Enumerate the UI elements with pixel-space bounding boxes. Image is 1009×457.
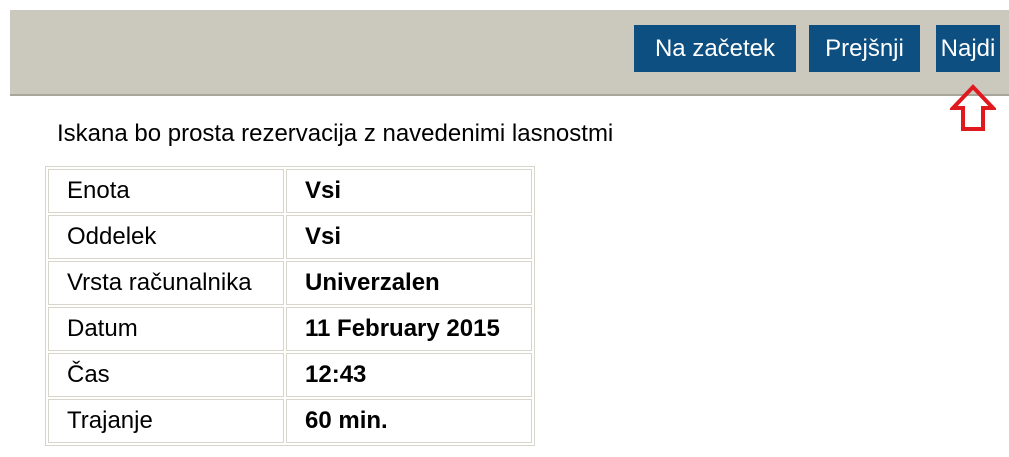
arrow-up-outline-icon [950,84,996,131]
property-label: Čas [48,353,284,397]
property-value: 60 min. [286,399,532,443]
property-value: Vsi [286,215,532,259]
table-row: Vrsta računalnika Univerzalen [48,261,532,305]
property-label: Datum [48,307,284,351]
previous-button[interactable]: Prejšnji [809,25,920,72]
toolbar: Na začetek Prejšnji Najdi [10,10,1009,96]
search-description: Iskana bo prosta rezervacija z navedenim… [57,120,614,147]
property-label: Enota [48,169,284,213]
property-label: Trajanje [48,399,284,443]
property-value: 12:43 [286,353,532,397]
find-button[interactable]: Najdi [936,25,1000,72]
reservation-properties-table: Enota Vsi Oddelek Vsi Vrsta računalnika … [45,166,535,446]
table-row: Datum 11 February 2015 [48,307,532,351]
property-label: Vrsta računalnika [48,261,284,305]
start-button[interactable]: Na začetek [634,25,796,72]
table-row: Enota Vsi [48,169,532,213]
property-label: Oddelek [48,215,284,259]
property-value: 11 February 2015 [286,307,532,351]
table-row: Trajanje 60 min. [48,399,532,443]
property-value: Univerzalen [286,261,532,305]
table-row: Oddelek Vsi [48,215,532,259]
table-row: Čas 12:43 [48,353,532,397]
property-value: Vsi [286,169,532,213]
